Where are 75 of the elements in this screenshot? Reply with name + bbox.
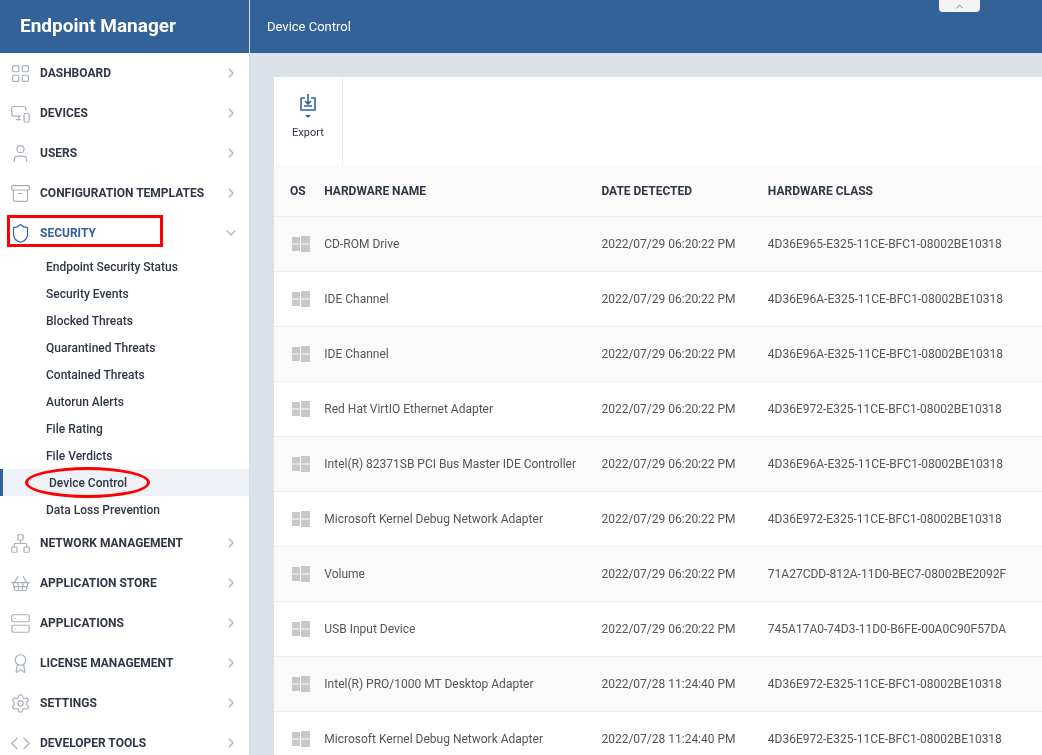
- windows-icon: [292, 456, 310, 472]
- table-cell: 2022/07/28 11:24:40 PM: [601, 732, 736, 746]
- table-cell: USB Input Device: [324, 622, 416, 636]
- table-cell: IDE Channel: [324, 292, 389, 306]
- column-header[interactable]: HARDWARE CLASS: [767, 181, 1042, 200]
- table-cell: Microsoft Kernel Debug Network Adapter: [324, 732, 543, 746]
- shield-icon: [10, 222, 31, 244]
- windows-icon: [292, 236, 310, 252]
- windows-icon: [292, 676, 310, 692]
- table-cell: 2022/07/29 06:20:22 PM: [601, 512, 736, 526]
- table-cell: CD-ROM Drive: [324, 237, 400, 251]
- table-cell: 2022/07/29 06:20:22 PM: [601, 457, 736, 471]
- table-cell: Red Hat VirtIO Ethernet Adapter: [324, 402, 494, 416]
- sidebar-item[interactable]: NETWORK MANAGEMENT: [0, 523, 249, 563]
- table-cell: 2022/07/29 06:20:22 PM: [601, 622, 736, 636]
- windows-icon: [292, 511, 310, 527]
- column-header[interactable]: HARDWARE NAME: [324, 181, 602, 200]
- sidebar-subitem[interactable]: Autorun Alerts: [0, 388, 249, 415]
- table-cell: 2022/07/28 11:24:40 PM: [601, 677, 736, 691]
- table-cell: IDE Channel: [324, 347, 389, 361]
- sidebar-subitem[interactable]: Data Loss Prevention: [0, 496, 249, 523]
- sidebar-item[interactable]: SECURITY: [0, 213, 249, 253]
- settings-icon: [10, 692, 31, 714]
- server-icon: [10, 612, 31, 634]
- collapse-tab[interactable]: [939, 0, 980, 12]
- table-cell: Intel(R) PRO/1000 MT Desktop Adapter: [324, 677, 534, 691]
- table-cell: Microsoft Kernel Debug Network Adapter: [324, 512, 543, 526]
- windows-icon: [292, 566, 310, 582]
- sidebar-item[interactable]: DEVICES: [0, 93, 249, 133]
- table-cell: 4D36E96A-E325-11CE-BFC1-08002BE10318: [767, 292, 1003, 306]
- table-cell: 4D36E972-E325-11CE-BFC1-08002BE10318: [767, 512, 1002, 526]
- table-cell: 2022/07/29 06:20:22 PM: [601, 402, 736, 416]
- column-header[interactable]: DATE DETECTED: [601, 181, 768, 200]
- windows-icon: [292, 621, 310, 637]
- sidebar-subitem[interactable]: Endpoint Security Status: [0, 253, 249, 280]
- table-cell: 4D36E96A-E325-11CE-BFC1-08002BE10318: [767, 347, 1003, 361]
- export-icon: [299, 93, 317, 119]
- table-cell: 2022/07/29 06:20:22 PM: [601, 567, 736, 581]
- table-cell: 745A17A0-74D3-11D0-B6FE-00A0C90F57DA: [767, 622, 1007, 636]
- table-cell: 4D36E972-E325-11CE-BFC1-08002BE10318: [767, 677, 1002, 691]
- sidebar-item[interactable]: CONFIGURATION TEMPLATES: [0, 173, 249, 213]
- table-cell: 4D36E965-E325-11CE-BFC1-08002BE10318: [767, 237, 1002, 251]
- sidebar-subitem[interactable]: Blocked Threats: [0, 307, 249, 334]
- sidebar-subitem[interactable]: File Verdicts: [0, 442, 249, 469]
- stacked-tray-icon: [10, 182, 31, 204]
- table-cell: Volume: [324, 567, 365, 581]
- sidebar-item[interactable]: DEVELOPER TOOLS: [0, 723, 249, 755]
- table-cell: 4D36E972-E325-11CE-BFC1-08002BE10318: [767, 732, 1002, 746]
- page-title: Device Control: [267, 17, 351, 36]
- grid-icon: [10, 62, 31, 84]
- sidebar-subitem[interactable]: Quarantined Threats: [0, 334, 249, 361]
- sidebar-subitem[interactable]: Security Events: [0, 280, 249, 307]
- sidebar-subitem[interactable]: Device Control: [0, 469, 249, 496]
- table-cell: Intel(R) 82371SB PCI Bus Master IDE Controller: [324, 457, 576, 471]
- windows-icon: [292, 291, 310, 307]
- network-icon: [10, 532, 31, 554]
- windows-icon: [292, 401, 310, 417]
- table-cell: 4D36E96A-E325-11CE-BFC1-08002BE10318: [767, 457, 1003, 471]
- sidebar-subitem[interactable]: File Rating: [0, 415, 249, 442]
- sidebar-item[interactable]: SETTINGS: [0, 683, 249, 723]
- table-cell: 2022/07/29 06:20:22 PM: [601, 347, 736, 361]
- sidebar-item[interactable]: APPLICATION STORE: [0, 563, 249, 603]
- table-cell: 4D36E972-E325-11CE-BFC1-08002BE10318: [767, 402, 1002, 416]
- sidebar-item[interactable]: LICENSE MANAGEMENT: [0, 643, 249, 683]
- table-cell: 2022/07/29 06:20:22 PM: [601, 292, 736, 306]
- table-cell: 71A27CDD-812A-11D0-BEC7-08002BE2092F: [767, 567, 1007, 581]
- column-header[interactable]: OS: [274, 181, 325, 200]
- sidebar-item[interactable]: DASHBOARD: [0, 53, 249, 93]
- table-cell: 2022/07/29 06:20:22 PM: [601, 237, 736, 251]
- sidebar-item[interactable]: USERS: [0, 133, 249, 173]
- sidebar-subitem[interactable]: Contained Threats: [0, 361, 249, 388]
- windows-icon: [292, 731, 310, 747]
- windows-icon: [292, 346, 310, 362]
- sidebar-item[interactable]: APPLICATIONS: [0, 603, 249, 643]
- app-title: Endpoint Manager: [20, 13, 176, 40]
